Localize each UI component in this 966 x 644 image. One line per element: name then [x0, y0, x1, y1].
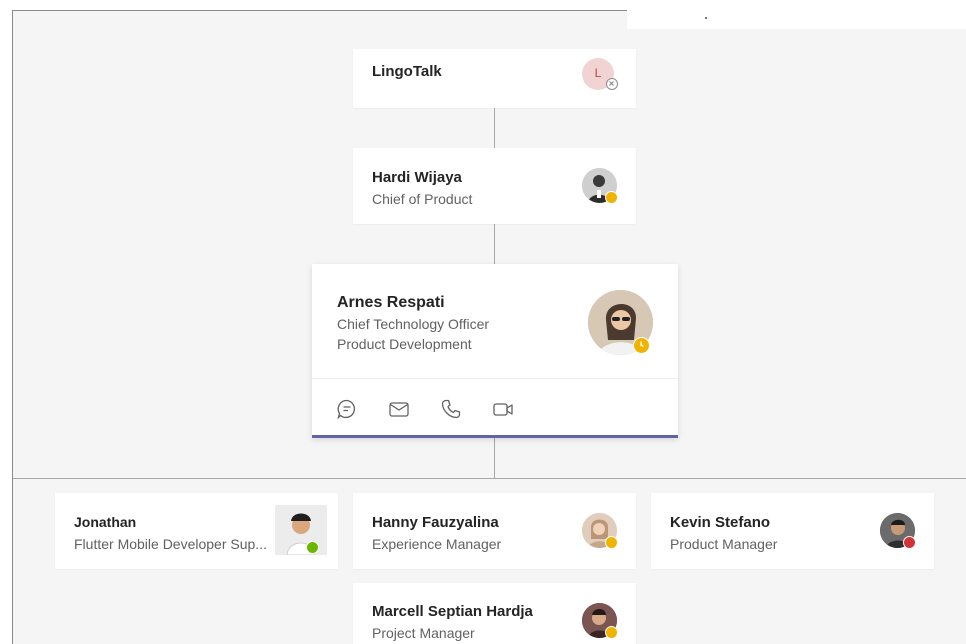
- connector-line: [494, 108, 495, 148]
- manager-name: Hardi Wijaya: [372, 169, 462, 186]
- offline-status-icon: [606, 78, 618, 90]
- focus-person-title: Chief Technology Officer: [337, 316, 490, 332]
- connector-line: [13, 478, 966, 479]
- report-card[interactable]: Marcell Septian Hardja Project Manager: [353, 583, 636, 644]
- report-title: Project Manager: [372, 625, 475, 641]
- manager-title: Chief of Product: [372, 191, 473, 207]
- report-title: Flutter Mobile Developer Sup...: [74, 536, 267, 552]
- report-name: Hanny Fauzyalina: [372, 514, 499, 531]
- video-call-icon[interactable]: [492, 398, 514, 420]
- report-avatar: [275, 505, 327, 555]
- connector-line: [494, 438, 495, 478]
- busy-status-icon: [903, 536, 916, 549]
- connector-line: [494, 224, 495, 264]
- away-status-icon: [633, 337, 650, 354]
- phone-icon[interactable]: [440, 398, 462, 420]
- away-status-icon: [605, 191, 618, 204]
- report-name: Marcell Septian Hardja: [372, 603, 533, 620]
- card-accent-bar: [312, 435, 678, 438]
- top-search-strip: [627, 10, 966, 29]
- report-name: Kevin Stefano: [670, 514, 771, 531]
- available-status-icon: [306, 541, 319, 554]
- away-status-icon: [605, 536, 618, 549]
- report-title: Product Manager: [670, 536, 778, 552]
- card-divider: [312, 378, 678, 379]
- report-card[interactable]: Jonathan Flutter Mobile Developer Sup...: [55, 493, 338, 569]
- org-card[interactable]: LingoTalk L: [353, 49, 636, 108]
- focus-person-name: Arnes Respati: [337, 294, 445, 311]
- org-name: LingoTalk: [372, 63, 442, 80]
- chat-icon[interactable]: [336, 398, 358, 420]
- away-status-icon: [605, 626, 618, 639]
- focus-person-department: Product Development: [337, 336, 472, 352]
- report-card[interactable]: Kevin Stefano Product Manager: [651, 493, 934, 569]
- report-card[interactable]: Hanny Fauzyalina Experience Manager: [353, 493, 636, 569]
- manager-card[interactable]: Hardi Wijaya Chief of Product: [353, 148, 636, 224]
- report-name: Jonathan: [74, 514, 137, 530]
- email-icon[interactable]: [388, 398, 410, 420]
- report-title: Experience Manager: [372, 536, 502, 552]
